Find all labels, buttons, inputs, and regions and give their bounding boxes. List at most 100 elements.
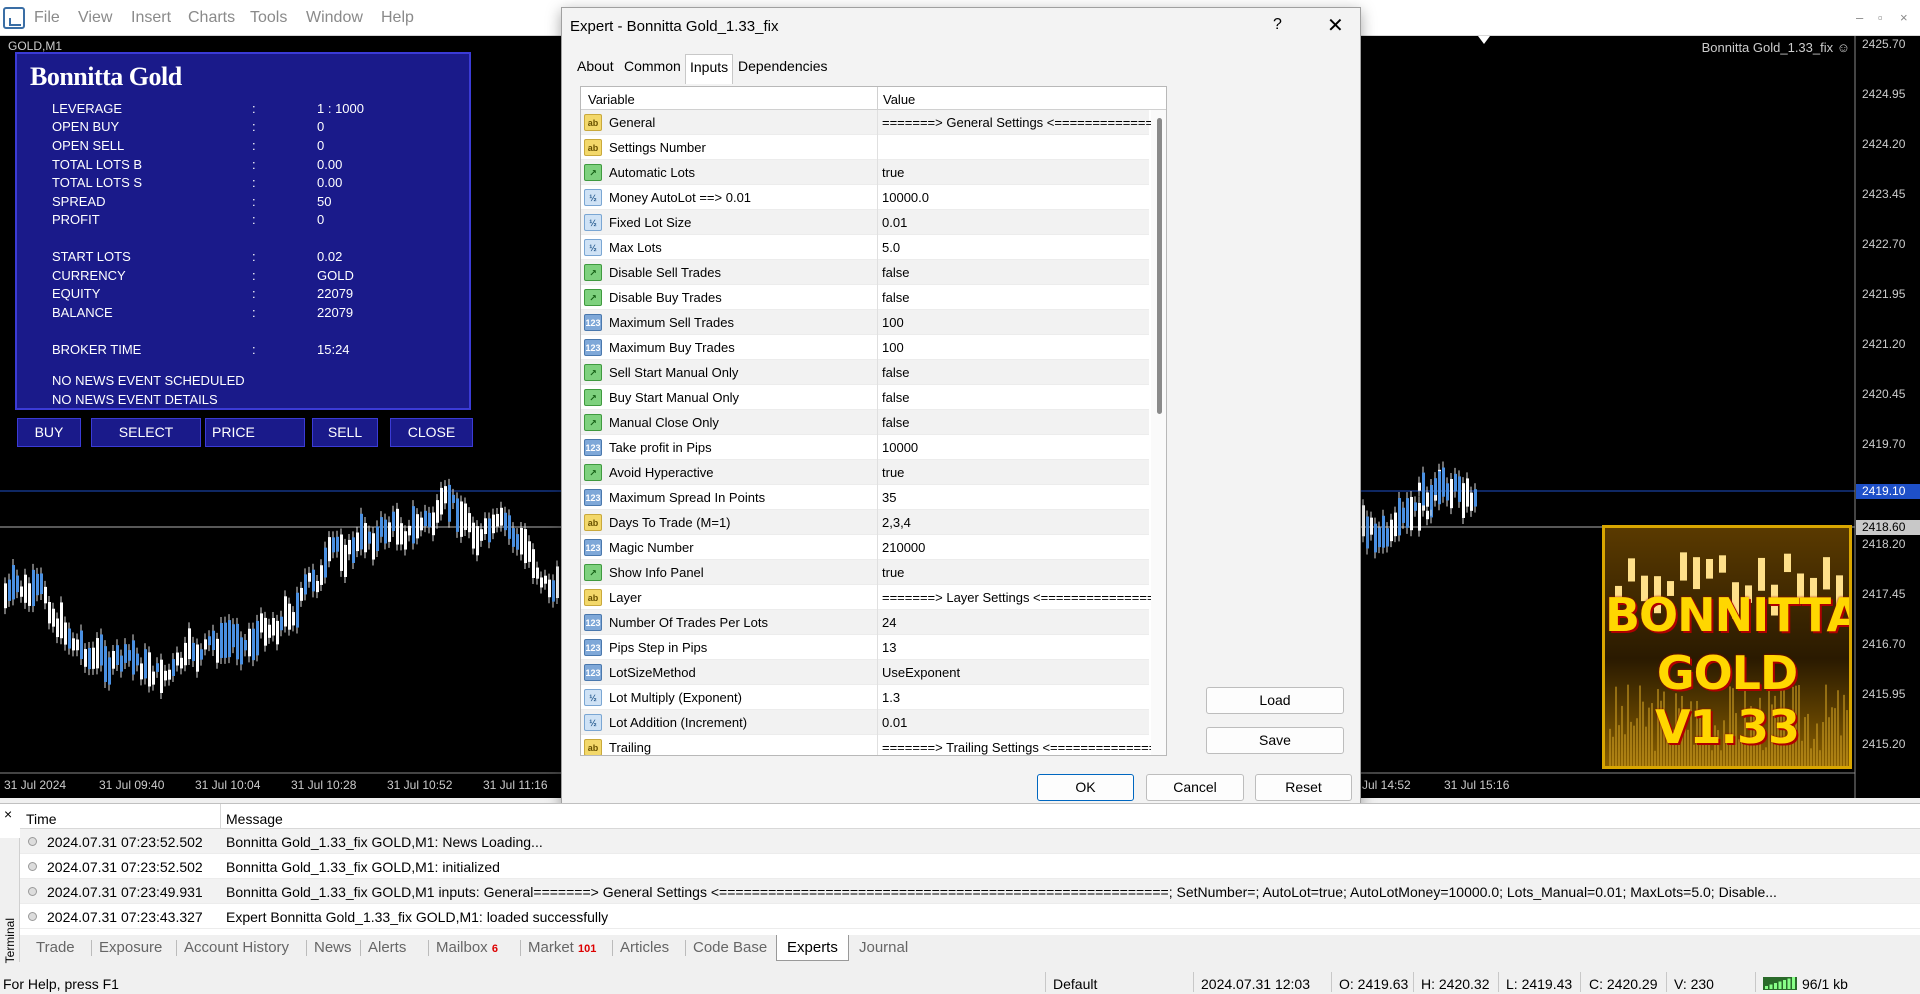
input-value[interactable]: =======> Trailing Settings <============…	[882, 740, 1166, 755]
status-profile[interactable]: Default	[1053, 976, 1097, 992]
tab-experts[interactable]: Experts	[776, 935, 849, 961]
tab-code-base[interactable]: Code Base	[693, 939, 767, 956]
tab-mailbox[interactable]: Mailbox 6	[436, 939, 498, 956]
input-value[interactable]: false	[882, 290, 1166, 305]
input-value[interactable]: 5.0	[882, 240, 1166, 255]
menu-help[interactable]: Help	[381, 9, 414, 27]
input-row[interactable]: ab Settings Number	[581, 135, 1149, 160]
menu-charts[interactable]: Charts	[188, 9, 235, 27]
log-row[interactable]: 2024.07.31 07:23:43.327 Expert Bonnitta G…	[20, 904, 1920, 929]
input-value[interactable]: false	[882, 390, 1166, 405]
tab-articles[interactable]: Articles	[620, 939, 669, 956]
input-value[interactable]: true	[882, 165, 1166, 180]
tab-news[interactable]: News	[314, 939, 352, 956]
input-row[interactable]: ab Layer =======> Layer Settings <========…	[581, 585, 1166, 610]
input-row[interactable]: 123 Take profit in Pips 10000	[581, 435, 1149, 460]
input-value[interactable]: 210000	[882, 540, 1166, 555]
buy-button[interactable]: BUY	[17, 418, 81, 447]
input-value[interactable]: false	[882, 265, 1166, 280]
input-row[interactable]: ↗ Buy Start Manual Only false	[581, 385, 1149, 410]
menu-window[interactable]: Window	[306, 9, 363, 27]
minimize-icon[interactable]: –	[1856, 10, 1863, 25]
input-row[interactable]: ab Trailing =======> Trailing Settings <==…	[581, 735, 1166, 755]
input-value[interactable]: 100	[882, 340, 1166, 355]
input-value[interactable]: 10000	[882, 440, 1166, 455]
input-value[interactable]: 100	[882, 315, 1166, 330]
input-row[interactable]: ½ Fixed Lot Size 0.01	[581, 210, 1149, 235]
input-row[interactable]: ab Days To Trade (M=1) 2,3,4	[581, 510, 1149, 535]
tab-market[interactable]: Market 101	[528, 939, 596, 956]
sell-button[interactable]: SELL	[312, 418, 378, 447]
input-value[interactable]: 24	[882, 615, 1166, 630]
input-row[interactable]: 123 LotSizeMethod UseExponent	[581, 660, 1149, 685]
price-button[interactable]: PRICE	[205, 418, 305, 447]
input-row[interactable]: 123 Maximum Spread In Points 35	[581, 485, 1149, 510]
close-icon[interactable]: ✕	[1327, 13, 1344, 38]
close-window-icon[interactable]: ×	[1900, 10, 1908, 25]
cancel-button[interactable]: Cancel	[1146, 774, 1244, 801]
input-row[interactable]: ↗ Sell Start Manual Only false	[581, 360, 1149, 385]
log-row[interactable]: 2024.07.31 07:23:49.931 Bonnitta Gold_1.3…	[20, 879, 1920, 904]
input-row[interactable]: ↗ Automatic Lots true	[581, 160, 1149, 185]
input-row[interactable]: ½ Lot Addition (Increment) 0.01	[581, 710, 1149, 735]
menu-view[interactable]: View	[78, 9, 112, 27]
input-value[interactable]: 1.3	[882, 690, 1166, 705]
input-value[interactable]: 35	[882, 490, 1166, 505]
menu-insert[interactable]: Insert	[131, 9, 171, 27]
input-value[interactable]: true	[882, 565, 1166, 580]
load-button[interactable]: Load	[1206, 687, 1344, 714]
input-value[interactable]: false	[882, 415, 1166, 430]
input-row[interactable]: ↗ Disable Buy Trades false	[581, 285, 1149, 310]
column-time[interactable]: Time	[26, 811, 57, 827]
input-value[interactable]: =======> General Settings <=============…	[882, 115, 1166, 130]
close-icon[interactable]: ×	[4, 806, 12, 822]
tab-trade[interactable]: Trade	[36, 939, 75, 956]
input-value[interactable]: false	[882, 365, 1166, 380]
input-row[interactable]: 123 Maximum Sell Trades 100	[581, 310, 1149, 335]
input-row[interactable]: 123 Pips Step in Pips 13	[581, 635, 1149, 660]
tab-journal[interactable]: Journal	[859, 939, 908, 956]
restore-icon[interactable]: ▫	[1878, 10, 1883, 25]
ok-button[interactable]: OK	[1037, 774, 1134, 801]
scrollbar-thumb[interactable]	[1157, 118, 1162, 414]
input-row[interactable]: 123 Number Of Trades Per Lots 24	[581, 610, 1149, 635]
input-value[interactable]: UseExponent	[882, 665, 1166, 680]
input-value[interactable]: true	[882, 465, 1166, 480]
reset-button[interactable]: Reset	[1255, 774, 1352, 801]
input-value[interactable]: 10000.0	[882, 190, 1166, 205]
grid-scrollbar[interactable]	[1151, 110, 1166, 755]
input-row[interactable]: ↗ Disable Sell Trades false	[581, 260, 1149, 285]
save-button[interactable]: Save	[1206, 727, 1344, 754]
input-value[interactable]: 2,3,4	[882, 515, 1166, 530]
tab-dependencies[interactable]: Dependencies	[738, 58, 828, 80]
input-value[interactable]: 0.01	[882, 215, 1166, 230]
help-icon[interactable]: ?	[1273, 16, 1282, 34]
input-row[interactable]: 123 Magic Number 210000	[581, 535, 1149, 560]
tab-exposure[interactable]: Exposure	[99, 939, 162, 956]
tab-account-history[interactable]: Account History	[184, 939, 289, 956]
tab-inputs[interactable]: Inputs	[685, 54, 734, 84]
tab-alerts[interactable]: Alerts	[368, 939, 406, 956]
tab-about[interactable]: About	[577, 58, 614, 80]
input-value[interactable]: =======> Layer Settings <===============…	[882, 590, 1166, 605]
column-variable[interactable]: Variable	[588, 92, 635, 107]
close-button[interactable]: CLOSE	[390, 418, 473, 447]
log-row[interactable]: 2024.07.31 07:23:52.502 Bonnitta Gold_1.3…	[20, 854, 1920, 879]
menu-tools[interactable]: Tools	[250, 9, 287, 27]
input-row[interactable]: ab General =======> General Settings <====…	[581, 110, 1166, 135]
input-row[interactable]: 123 Maximum Buy Trades 100	[581, 335, 1149, 360]
input-row[interactable]: ↗ Avoid Hyperactive true	[581, 460, 1149, 485]
input-value[interactable]: 13	[882, 640, 1166, 655]
input-row[interactable]: ½ Max Lots 5.0	[581, 235, 1149, 260]
log-row[interactable]: 2024.07.31 07:23:52.502 Bonnitta Gold_1.3…	[20, 829, 1920, 854]
input-row[interactable]: ↗ Show Info Panel true	[581, 560, 1149, 585]
input-row[interactable]: ↗ Manual Close Only false	[581, 410, 1149, 435]
tab-common[interactable]: Common	[624, 58, 681, 80]
menu-file[interactable]: File	[34, 9, 60, 27]
column-value[interactable]: Value	[883, 92, 915, 107]
input-row[interactable]: ½ Lot Multiply (Exponent) 1.3	[581, 685, 1149, 710]
select-button[interactable]: SELECT	[91, 418, 201, 447]
input-row[interactable]: ½ Money AutoLot ==> 0.01 10000.0	[581, 185, 1149, 210]
input-value[interactable]: 0.01	[882, 715, 1166, 730]
column-message[interactable]: Message	[226, 811, 283, 827]
